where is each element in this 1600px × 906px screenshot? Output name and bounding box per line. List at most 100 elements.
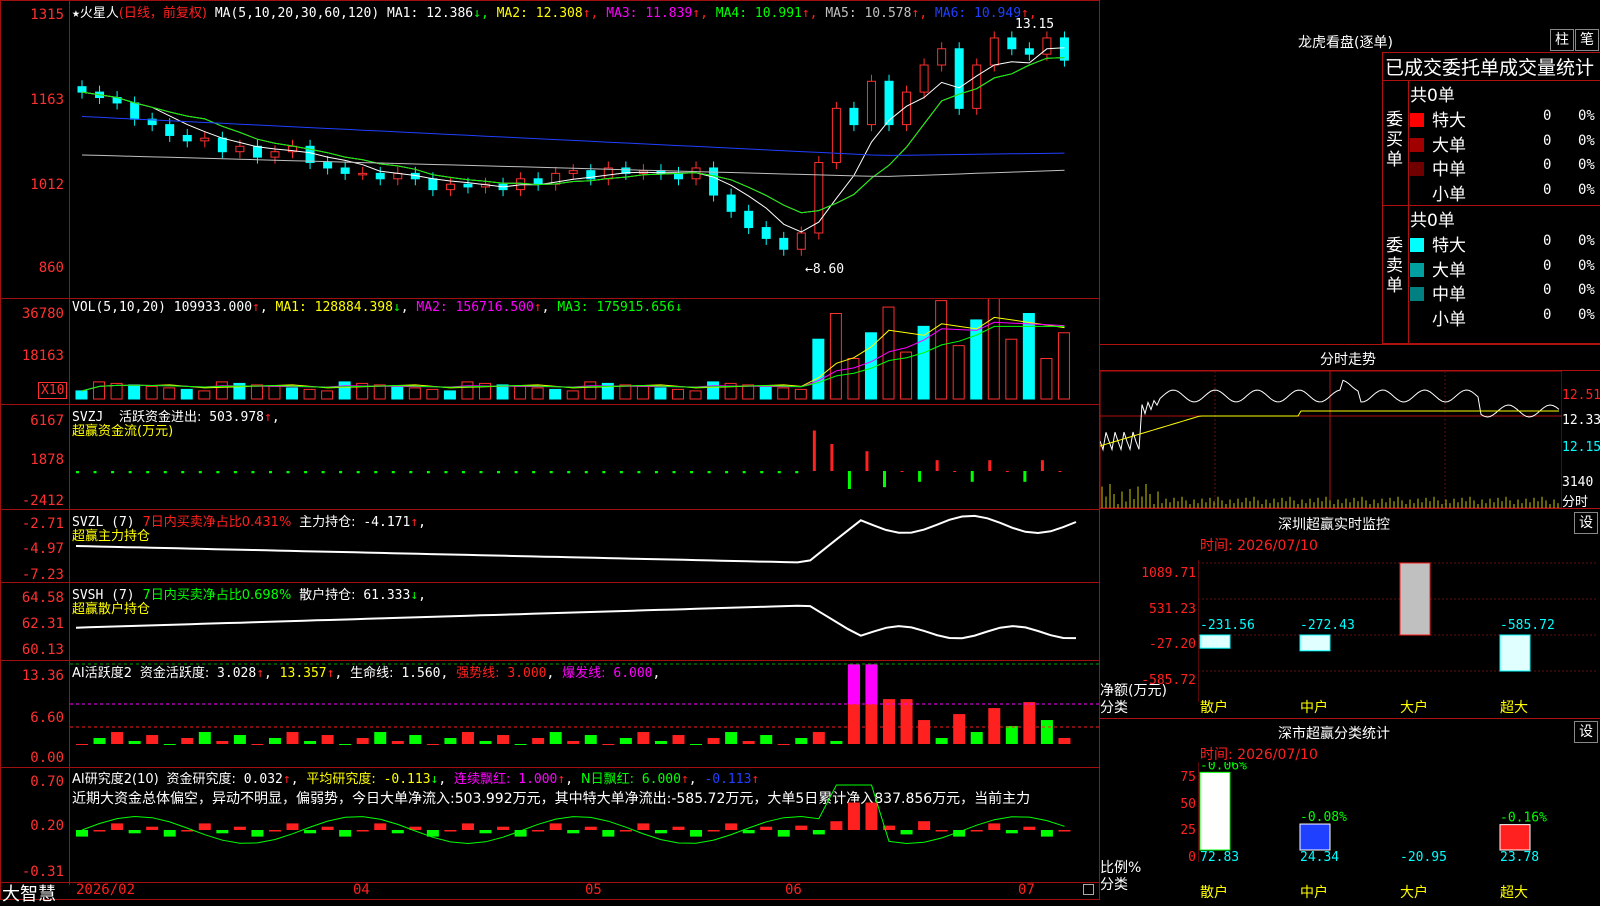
ai1-bar <box>812 732 825 744</box>
ai1-bar <box>339 744 352 745</box>
svzj-bar <box>935 460 939 471</box>
vol-unit-badge: X10 <box>38 382 68 399</box>
ai1-bar <box>514 744 527 745</box>
ai1-bar <box>567 741 580 744</box>
svzj-bar <box>514 471 518 474</box>
volume-bar <box>900 351 913 400</box>
svzj-chart[interactable] <box>70 405 1100 509</box>
order-size-label: 小单 <box>1432 309 1466 330</box>
candle <box>130 102 140 120</box>
ai2-bar <box>970 830 983 832</box>
order-size-label: 特大 <box>1432 236 1466 256</box>
ai1-bar <box>795 738 808 744</box>
svzj-bar <box>900 471 904 472</box>
volume-bar <box>847 358 860 400</box>
candle <box>428 178 438 191</box>
svzj-bar <box>198 471 202 474</box>
color-swatch <box>1410 113 1424 127</box>
sz-ytick: 1089.71 <box>1141 566 1196 581</box>
ai1-bar <box>725 732 738 744</box>
svzj-bar <box>181 471 185 474</box>
ai2-bar <box>251 830 264 837</box>
ss-settings-button[interactable]: 设 <box>1574 721 1598 743</box>
svsh-chart[interactable] <box>70 583 1100 660</box>
ai2-bar <box>742 830 755 834</box>
candle <box>831 107 841 164</box>
svzl-chart[interactable] <box>70 510 1100 582</box>
candle <box>77 86 87 93</box>
lhb-title: 龙虎看盘(逐单) <box>1298 35 1393 51</box>
ai2-bar <box>567 830 580 834</box>
ai2-chart[interactable] <box>70 768 1100 883</box>
ss-ytick: 50 <box>1180 797 1196 812</box>
svzj-bar <box>444 471 448 474</box>
ai1-chart[interactable] <box>70 661 1100 767</box>
candle <box>182 134 192 142</box>
candle <box>533 178 543 185</box>
ai2-bar <box>725 823 738 830</box>
high-price-label: 13.15 <box>1015 17 1054 32</box>
ai1-bar <box>444 738 457 744</box>
order-count: 0 <box>1543 233 1552 249</box>
volume-bar <box>408 387 421 400</box>
ai2-bar <box>602 830 615 837</box>
ai2-bar <box>584 826 597 830</box>
volume-bar <box>75 390 88 400</box>
ss-pct-label: -0.08% <box>1300 810 1347 825</box>
candle <box>954 48 964 109</box>
ai2-bar <box>461 823 474 830</box>
volume-bar <box>531 387 544 400</box>
volume-bar <box>1040 358 1053 400</box>
ai2-bar <box>268 830 281 832</box>
sell-side-label: 委卖单 <box>1386 236 1403 296</box>
svzj-bar <box>602 471 606 474</box>
intraday-chart[interactable] <box>1100 371 1562 508</box>
svzj-bar <box>216 471 220 474</box>
ai1-bar <box>198 732 211 744</box>
svzj-bar <box>426 471 430 474</box>
svzj-bar <box>128 471 132 474</box>
ai2-bar <box>812 830 825 835</box>
order-size-label: 大单 <box>1432 135 1466 156</box>
volume-bar <box>636 385 649 400</box>
price-chart[interactable]: 13.15 ←8.60 <box>70 0 1100 298</box>
ai2-bar <box>128 830 141 834</box>
order-pct: 0% <box>1578 132 1595 149</box>
candle <box>1024 48 1034 55</box>
svzl-ytick: -4.97 <box>21 541 64 557</box>
ss-category-row: 散户 中户 大户 超大 <box>1200 882 1600 901</box>
candle <box>1042 37 1052 55</box>
svzj-bar <box>93 471 97 474</box>
ai2-bar <box>286 823 299 830</box>
ai1-bar <box>883 699 896 744</box>
color-swatch <box>1410 287 1424 301</box>
sz-settings-button[interactable]: 设 <box>1574 512 1598 534</box>
svsh-ytick: 64.58 <box>21 590 64 606</box>
order-count: 0 <box>1543 257 1552 274</box>
order-count: 0 <box>1543 306 1552 323</box>
sz-monitor-chart[interactable]: -231.56 -272.43 1089.71 -585.72 <box>1198 560 1600 702</box>
svzj-bar <box>567 471 571 474</box>
volume-bar <box>215 381 228 400</box>
ss-value-label: 72.83 <box>1200 850 1239 862</box>
ma-line <box>81 47 1065 233</box>
ss-value-label: -20.95 <box>1400 850 1447 862</box>
x-label: 05 <box>585 882 602 898</box>
order-pct: 0% <box>1578 181 1595 198</box>
svzj-bar <box>374 471 378 474</box>
ss-stats-chart[interactable]: -0.06% 72.83 -0.08% 24.34 -20.95 -0.16% 23.78 <box>1198 762 1600 862</box>
divider <box>0 882 1100 883</box>
order-row: 大单 <box>1410 131 1466 156</box>
volume-chart[interactable] <box>70 299 1100 404</box>
tick-mode-button[interactable]: 笔 <box>1575 29 1599 51</box>
sz-cat: 超大 <box>1500 700 1528 716</box>
intraday-title: 分时走势 <box>1320 352 1376 368</box>
ai2-bar <box>479 830 492 834</box>
ai2-bar <box>1058 830 1071 832</box>
sz-cat: 大户 <box>1400 700 1428 716</box>
svzj-bar <box>163 471 167 474</box>
svzj-ytick: 6167 <box>30 413 64 429</box>
bar-mode-button[interactable]: 柱 <box>1550 29 1574 51</box>
sz-cat: 中户 <box>1300 700 1328 716</box>
lock-icon[interactable] <box>1083 884 1094 895</box>
